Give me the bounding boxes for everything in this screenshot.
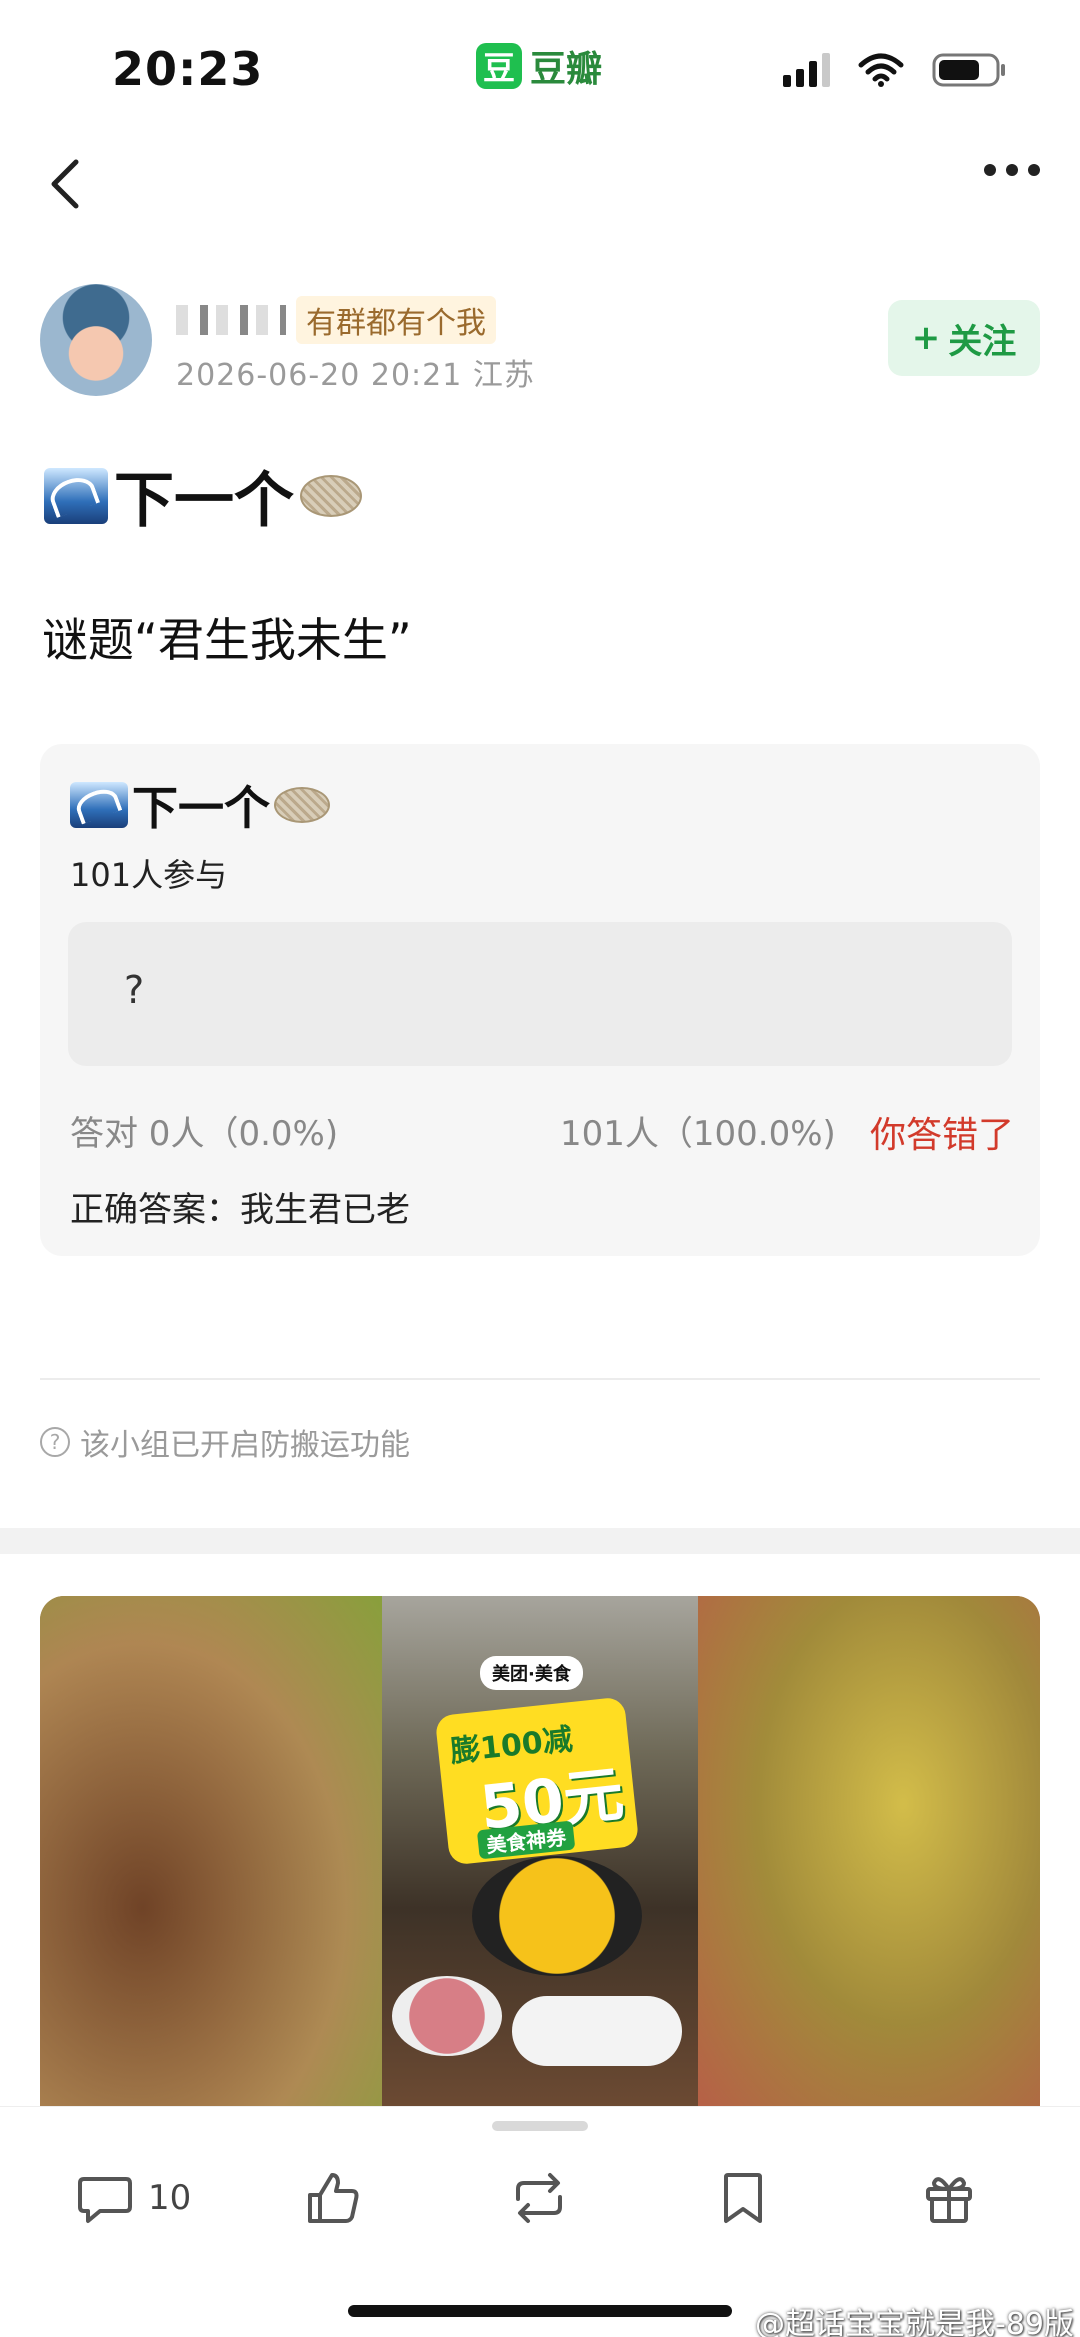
- bookmark-icon: [724, 2173, 762, 2223]
- ad-coupon-badge: 膨100减 50元 美食神券: [434, 1696, 640, 1866]
- watermark: @超话宝宝就是我-89版: [755, 2307, 1074, 2337]
- plate-illustration: [512, 1996, 682, 2066]
- post-body: 谜题“君生我未生”: [42, 613, 412, 667]
- quiz-card: 下一个 101人参与 ? 答对 0人（0.0%) 101人（100.0%) 你答…: [40, 744, 1040, 1256]
- avatar[interactable]: [40, 284, 152, 396]
- quiz-option[interactable]: ?: [68, 922, 1012, 1066]
- ad-brand: 美团·美食: [480, 1656, 583, 1690]
- signal-icon: [783, 53, 830, 87]
- wave-emoji-icon: [70, 782, 128, 828]
- battery-icon: [932, 53, 1005, 87]
- gift-icon: [926, 2177, 972, 2223]
- comment-icon: [78, 2177, 132, 2223]
- ad-banner[interactable]: 美团·美食 膨100减 50元 美食神券: [40, 1596, 1040, 2116]
- app-name: 豆瓣: [530, 49, 603, 90]
- home-indicator[interactable]: [348, 2305, 732, 2317]
- like-button[interactable]: [304, 2169, 362, 2227]
- ellipsis-icon[interactable]: [984, 164, 1040, 176]
- plus-icon: +: [911, 318, 941, 358]
- post-location: 江苏: [472, 358, 535, 393]
- post-title-text: 下一个: [114, 466, 294, 536]
- question-circle-icon: ?: [40, 1427, 70, 1457]
- quiz-option-text: ?: [124, 968, 145, 1012]
- section-separator: [0, 1528, 1080, 1554]
- notice-text: 该小组已开启防搬运功能: [80, 1428, 410, 1463]
- gift-button[interactable]: [920, 2169, 978, 2227]
- follow-label: 关注: [948, 321, 1017, 362]
- result-label: 你答错了: [869, 1115, 1014, 1156]
- post-meta: 2026-06-20 20:21 江苏: [176, 350, 535, 394]
- follow-button[interactable]: + 关注: [888, 300, 1040, 376]
- clock: 20:23: [112, 42, 264, 96]
- app-indicator: 豆 豆瓣: [476, 40, 602, 92]
- correct-answer: 正确答案：我生君已老: [70, 1182, 410, 1231]
- drag-handle[interactable]: [492, 2121, 588, 2131]
- answer-label: 正确答案：: [70, 1190, 240, 1230]
- ad-blurred-background-left: [40, 1596, 382, 2116]
- ad-blurred-background-right: [698, 1596, 1040, 2116]
- hotpot-illustration: [472, 1856, 642, 1976]
- divider: [40, 1378, 1040, 1380]
- author-name-row: 有群都有个我: [176, 296, 496, 344]
- wrong-stat: 101人（100.0%): [560, 1114, 836, 1154]
- group-tag[interactable]: 有群都有个我: [296, 296, 496, 344]
- comment-count: 10: [148, 2178, 192, 2218]
- quiz-title: 下一个: [70, 772, 330, 838]
- anti-repost-notice: ? 该小组已开启防搬运功能: [40, 1420, 410, 1464]
- chevron-left-icon[interactable]: [38, 154, 98, 214]
- repost-button[interactable]: [510, 2169, 568, 2227]
- biscuit-emoji-icon: [274, 787, 330, 823]
- thumbs-up-icon: [308, 2173, 359, 2223]
- plate-illustration: [392, 1976, 502, 2056]
- post-title: 下一个: [44, 452, 362, 539]
- correct-stat: 答对 0人（0.0%): [70, 1114, 339, 1154]
- bottom-action-bar: 10 @超话宝宝就是我-89版: [0, 2106, 1080, 2337]
- biscuit-emoji-icon: [300, 474, 362, 517]
- comment-button[interactable]: 10: [76, 2169, 191, 2227]
- quiz-title-text: 下一个: [132, 781, 270, 835]
- post-time: 2026-06-20 20:21: [176, 358, 463, 393]
- douban-logo-icon: 豆: [476, 43, 522, 89]
- wave-emoji-icon: [44, 467, 108, 524]
- top-navigation-bar: [0, 140, 1080, 230]
- author-header: 有群都有个我 2026-06-20 20:21 江苏 + 关注: [40, 284, 1040, 404]
- quiz-participants: 101人参与: [70, 856, 228, 894]
- status-bar: 20:23 豆 豆瓣: [0, 0, 1080, 130]
- wifi-icon: [858, 53, 904, 87]
- pixelated-username[interactable]: [176, 305, 286, 335]
- status-icons: [783, 52, 1008, 88]
- bookmark-button[interactable]: [714, 2169, 772, 2227]
- answer-value: 我生君已老: [240, 1190, 410, 1230]
- ad-image[interactable]: 美团·美食 膨100减 50元 美食神券: [382, 1596, 698, 2116]
- repost-icon: [516, 2173, 562, 2223]
